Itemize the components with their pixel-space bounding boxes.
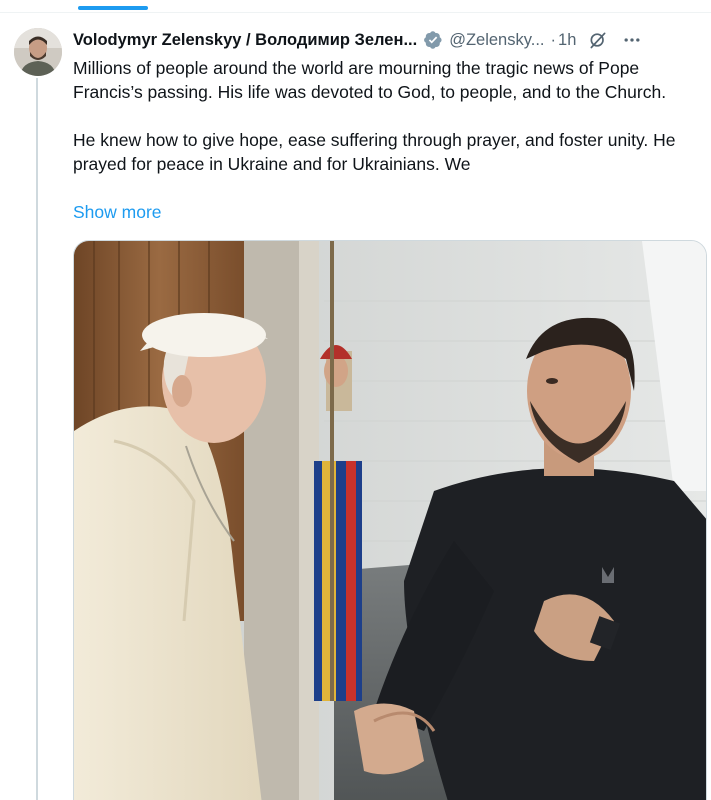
show-more-link[interactable]: Show more <box>73 202 162 223</box>
tweet-photo[interactable] <box>73 240 707 800</box>
author-handle[interactable]: @Zelensky... <box>449 31 544 50</box>
timestamp[interactable]: 1h <box>558 31 576 50</box>
thread-connector-line <box>36 78 38 800</box>
active-tab-indicator <box>78 6 148 10</box>
tweet-text: Millions of people around the world are … <box>73 56 703 176</box>
grok-icon[interactable] <box>588 30 608 50</box>
separator-dot: · <box>550 30 557 49</box>
divider <box>0 12 711 13</box>
tweet-paragraph-1: Millions of people around the world are … <box>73 58 667 102</box>
photo-image <box>74 241 706 800</box>
avatar[interactable] <box>14 28 62 76</box>
avatar-image <box>14 28 62 76</box>
tweet-paragraph-2: He knew how to give hope, ease suffering… <box>73 130 676 174</box>
author-display-name[interactable]: Volodymyr Zelenskyy / Володимир Зелен... <box>73 31 417 50</box>
more-options-icon[interactable] <box>622 30 642 50</box>
verified-badge-icon[interactable] <box>423 30 443 50</box>
tweet-header: Volodymyr Zelenskyy / Володимир Зелен...… <box>73 28 703 52</box>
